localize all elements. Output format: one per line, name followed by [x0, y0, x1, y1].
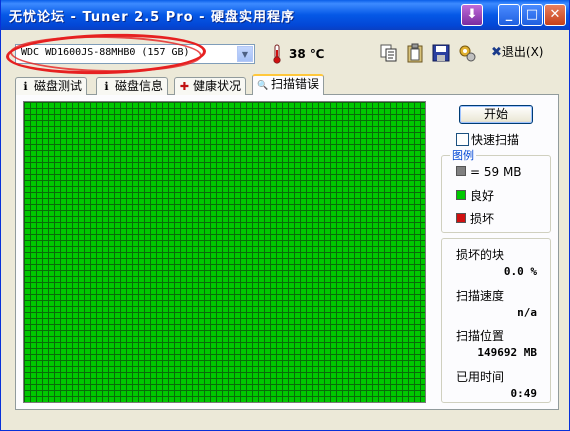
legend-item-damaged: 损坏: [456, 210, 494, 227]
tab-label: 磁盘信息: [115, 79, 164, 93]
info-icon: ℹ: [104, 80, 109, 93]
quick-scan-label: 快速扫描: [471, 133, 520, 147]
temperature-readout: 38 ℃: [289, 47, 325, 61]
red-swatch: [456, 213, 466, 223]
legend-item-good: 良好: [456, 187, 494, 204]
exit-label: 退出(X): [501, 45, 544, 59]
legend-label: 损坏: [470, 212, 495, 226]
health-cross-icon: ✚: [179, 80, 190, 93]
exit-button[interactable]: ✖退出(X): [491, 43, 544, 60]
tab-label: 磁盘测试: [34, 79, 83, 93]
app-window: 无忧论坛 - Tuner 2.5 Pro - 硬盘实用程序 ⬇ _ □ ✕ WD…: [0, 0, 570, 431]
scan-block-grid: [23, 101, 426, 403]
close-x-icon: ✖: [491, 45, 502, 60]
damaged-blocks-value: 0.0 %: [503, 265, 537, 278]
tab-disk-info[interactable]: ℹ 磁盘信息: [96, 77, 169, 95]
tab-disk-test[interactable]: ℹ 磁盘测试: [15, 77, 88, 95]
start-button[interactable]: 开始: [459, 105, 533, 124]
tab-label: 扫描错误: [271, 77, 320, 91]
tab-label: 健康状况: [193, 79, 242, 93]
quick-scan-option[interactable]: 快速扫描: [456, 131, 519, 148]
thermometer-icon: [273, 44, 281, 64]
elapsed-time-label: 已用时间: [456, 370, 505, 384]
legend-label: 良好: [470, 189, 495, 203]
scan-speed-value: n/a: [517, 306, 537, 319]
scan-position-value: 149692 MB: [477, 346, 537, 359]
scan-position-label: 扫描位置: [456, 329, 505, 343]
tab-health[interactable]: ✚ 健康状况: [174, 77, 247, 95]
maximize-button[interactable]: □: [521, 4, 543, 26]
window-title: 无忧论坛 - Tuner 2.5 Pro - 硬盘实用程序: [9, 10, 296, 25]
save-icon[interactable]: [430, 42, 452, 64]
info-icon: ℹ: [23, 80, 28, 93]
clipboard-icon[interactable]: [404, 42, 426, 64]
download-button[interactable]: ⬇: [461, 4, 483, 26]
tab-scan-errors[interactable]: 🔍 扫描错误: [252, 74, 325, 95]
green-swatch: [456, 190, 466, 200]
scan-speed-label: 扫描速度: [456, 289, 505, 303]
legend-item-block-size: = 59 MB: [456, 165, 522, 179]
title-bar[interactable]: 无忧论坛 - Tuner 2.5 Pro - 硬盘实用程序 ⬇ _ □ ✕: [1, 0, 569, 30]
elapsed-time-value: 0:49: [510, 387, 538, 400]
settings-icon[interactable]: [456, 42, 478, 64]
damaged-blocks-label: 损坏的块: [456, 248, 505, 262]
copy-icon[interactable]: [378, 42, 400, 64]
gray-swatch: [456, 166, 466, 176]
close-button[interactable]: ✕: [544, 4, 566, 26]
legend-label: = 59 MB: [470, 165, 522, 179]
chevron-down-icon[interactable]: ▼: [237, 46, 253, 62]
magnifier-icon: 🔍: [257, 81, 269, 91]
legend-title: 图例: [450, 147, 476, 163]
quick-scan-checkbox[interactable]: [456, 133, 469, 146]
minimize-button[interactable]: _: [498, 4, 520, 26]
